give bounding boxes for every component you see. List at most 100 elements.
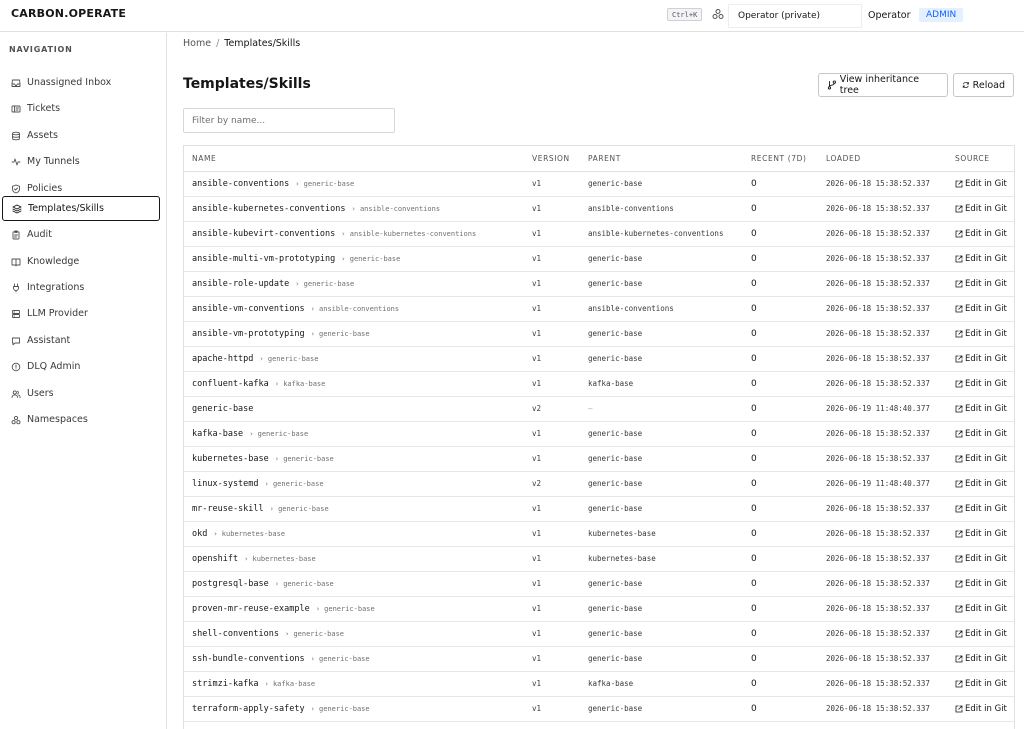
skill-name[interactable]: postgresql-base › generic-base	[192, 572, 334, 596]
sidebar-item-unassigned-inbox[interactable]: Unassigned Inbox	[2, 70, 160, 95]
table-row[interactable]: linux-systemd › generic-base v2 generic-bas…	[184, 472, 1014, 497]
table-row[interactable]: kubernetes-base › generic-base v1 generic-b…	[184, 447, 1014, 472]
table-row[interactable]: ansible-vm-prototyping › generic-base v1 ge…	[184, 322, 1014, 347]
skill-name[interactable]: terraform-apply-safety › generic-base	[192, 697, 370, 721]
breadcrumb-separator: /	[216, 38, 220, 49]
skill-name[interactable]: okd › kubernetes-base	[192, 522, 285, 546]
table-row[interactable]: postgresql-base › generic-base v1 generic-b…	[184, 572, 1014, 597]
edit-in-git-link[interactable]: Edit in Git	[955, 297, 1007, 321]
skill-name[interactable]: ansible-kubernetes-conventions › ansible-…	[192, 197, 440, 221]
skill-name[interactable]: confluent-kafka › kafka-base	[192, 372, 325, 396]
table-row[interactable]: ansible-kubernetes-conventions › ansible-…	[184, 197, 1014, 222]
skill-name[interactable]: mr-reuse-skill › generic-base	[192, 497, 329, 521]
edit-in-git-link[interactable]: Edit in Git	[955, 647, 1007, 671]
skill-name-text: kubernetes-base	[192, 454, 269, 464]
skill-name[interactable]: ansible-vm-conventions › ansible-conventi…	[192, 297, 399, 321]
sidebar-item-users[interactable]: Users	[2, 381, 160, 406]
table-row[interactable]: kafka-base › generic-base v1 generic-base 0 2…	[184, 422, 1014, 447]
sidebar-item-tickets[interactable]: Tickets	[2, 96, 160, 121]
edit-in-git-link[interactable]: Edit in Git	[955, 672, 1007, 696]
skill-name[interactable]: shell-conventions › generic-base	[192, 622, 344, 646]
skill-name[interactable]: proven-mr-reuse-example › generic-base	[192, 597, 375, 621]
table-row[interactable]: strimzi-kafka › kafka-base v1 kafka-base 0 20…	[184, 672, 1014, 697]
edit-in-git-link[interactable]: Edit in Git	[955, 522, 1007, 546]
edit-in-git-link[interactable]: Edit in Git	[955, 472, 1007, 496]
table-row[interactable]: ssh-bundle-conventions › generic-base v1 ge…	[184, 647, 1014, 672]
edit-in-git-link[interactable]: Edit in Git	[955, 197, 1007, 221]
skill-name[interactable]: linux-systemd › generic-base	[192, 472, 324, 496]
edit-in-git-link[interactable]: Edit in Git	[955, 447, 1007, 471]
sidebar-item-knowledge[interactable]: Knowledge	[2, 249, 160, 274]
column-header-loaded[interactable]: LOADED	[826, 154, 861, 163]
table-row[interactable]: ansible-role-update › generic-base v1 gener…	[184, 272, 1014, 297]
edit-in-git-link[interactable]: Edit in Git	[955, 272, 1007, 296]
edit-in-git-link[interactable]: Edit in Git	[955, 697, 1007, 721]
skill-name[interactable]: generic-base	[192, 397, 253, 421]
edit-in-git-link[interactable]: Edit in Git	[955, 322, 1007, 346]
reload-button[interactable]: Reload	[953, 73, 1014, 97]
sidebar-item-assistant[interactable]: Assistant	[2, 328, 160, 353]
edit-in-git-link[interactable]: Edit in Git	[955, 372, 1007, 396]
table-row[interactable]: shell-conventions › generic-base v1 generic…	[184, 622, 1014, 647]
skill-name[interactable]: ansible-kubevirt-conventions › ansible-ku…	[192, 222, 476, 246]
table-row[interactable]: confluent-kafka › kafka-base v1 kafka-base 0…	[184, 372, 1014, 397]
sidebar-item-namespaces[interactable]: Namespaces	[2, 407, 160, 432]
skill-name[interactable]: apache-httpd › generic-base	[192, 347, 318, 371]
table-row[interactable]: ansible-kubevirt-conventions › ansible-ku…	[184, 222, 1014, 247]
skill-name[interactable]: ansible-role-update › generic-base	[192, 272, 354, 296]
edit-in-git-link[interactable]: Edit in Git	[955, 347, 1007, 371]
column-header-source[interactable]: SOURCE	[955, 154, 990, 163]
table-row[interactable]: okd › kubernetes-base v1 kubernetes-base 0 20…	[184, 522, 1014, 547]
sidebar-item-assets[interactable]: Assets	[2, 123, 160, 148]
edit-in-git-link[interactable]: Edit in Git	[955, 172, 1007, 196]
skill-name[interactable]: ansible-multi-vm-prototyping › generic-ba…	[192, 247, 400, 271]
skill-name[interactable]: kafka-base › generic-base	[192, 422, 308, 446]
table-row[interactable]: ansible-multi-vm-prototyping › generic-ba…	[184, 247, 1014, 272]
column-header-version[interactable]: VERSION	[532, 154, 570, 163]
command-shortcut[interactable]: Ctrl+K	[667, 8, 703, 21]
table-row[interactable]: proven-mr-reuse-example › generic-base v1 g…	[184, 597, 1014, 622]
table-row[interactable]: ansible-conventions › generic-base v1 gener…	[184, 172, 1014, 197]
sidebar-item-my-tunnels[interactable]: My Tunnels	[2, 149, 160, 174]
table-row[interactable]: ansible-vm-conventions › ansible-conventi…	[184, 297, 1014, 322]
operator-selector[interactable]: Operator (private)	[728, 4, 862, 28]
column-header-name[interactable]: NAME	[192, 154, 216, 163]
edit-in-git-link[interactable]: Edit in Git	[955, 247, 1007, 271]
edit-in-git-link[interactable]: Edit in Git	[955, 397, 1007, 421]
breadcrumb-current: Templates/Skills	[224, 38, 301, 49]
sidebar-item-llm-provider[interactable]: LLM Provider	[2, 301, 160, 326]
table-row[interactable]: generic-base v2 — 0 2026-06-19 11:48:40.377 E…	[184, 397, 1014, 422]
edit-in-git-link[interactable]: Edit in Git	[955, 622, 1007, 646]
edit-in-git-link[interactable]: Edit in Git	[955, 547, 1007, 571]
skill-name[interactable]: strimzi-kafka › kafka-base	[192, 672, 315, 696]
skill-name[interactable]: ssh-bundle-conventions › generic-base	[192, 647, 370, 671]
breadcrumb-home[interactable]: Home	[183, 38, 211, 49]
edit-in-git-link[interactable]: Edit in Git	[955, 572, 1007, 596]
edit-in-git-link[interactable]: Edit in Git	[955, 222, 1007, 246]
sidebar-item-dlq-admin[interactable]: DLQ Admin	[2, 354, 160, 379]
view-inheritance-tree-button[interactable]: View inheritance tree	[818, 73, 948, 97]
skill-name[interactable]: ansible-conventions › generic-base	[192, 172, 354, 196]
namespaces-icon[interactable]	[712, 8, 724, 20]
sidebar-item-audit[interactable]: Audit	[2, 222, 160, 247]
column-header-recent[interactable]: RECENT (7D)	[751, 154, 807, 163]
edit-in-git-link[interactable]: Edit in Git	[955, 422, 1007, 446]
edit-in-git-link[interactable]: Edit in Git	[955, 497, 1007, 521]
sidebar-item-templates-skills[interactable]: Templates/Skills	[2, 196, 160, 221]
table-row[interactable]: openshift › kubernetes-base v1 kubernetes-b…	[184, 547, 1014, 572]
external-link-icon	[955, 230, 963, 238]
table-row[interactable]: mr-reuse-skill › generic-base v1 generic-ba…	[184, 497, 1014, 522]
table-row[interactable]: terraform-apply-safety › generic-base v1 ge…	[184, 697, 1014, 722]
chevron-right-icon: ›	[285, 630, 290, 638]
skill-name[interactable]: ansible-vm-prototyping › generic-base	[192, 322, 370, 346]
inline-parent-text: kubernetes-base	[252, 555, 316, 563]
sidebar-item-label: My Tunnels	[27, 156, 80, 167]
edit-in-git-link[interactable]: Edit in Git	[955, 597, 1007, 621]
table-row[interactable]: apache-httpd › generic-base v1 generic-base…	[184, 347, 1014, 372]
skill-name[interactable]: openshift › kubernetes-base	[192, 547, 316, 571]
column-header-parent[interactable]: PARENT	[588, 154, 621, 163]
brand-logo[interactable]: CARBON.OPERATE	[11, 7, 126, 20]
filter-input[interactable]	[183, 108, 395, 133]
sidebar-item-integrations[interactable]: Integrations	[2, 275, 160, 300]
skill-name[interactable]: kubernetes-base › generic-base	[192, 447, 334, 471]
